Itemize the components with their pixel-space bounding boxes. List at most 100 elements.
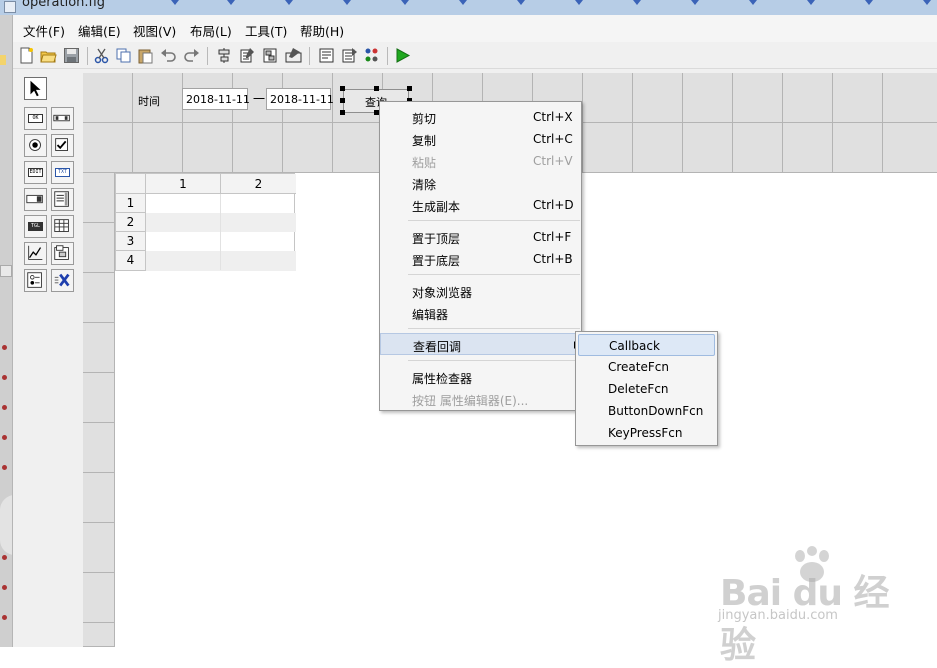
end-date-edit[interactable]: 2018-11-11 <box>266 88 334 110</box>
menu-file[interactable]: 文件(F) <box>23 21 65 40</box>
radio-icon <box>29 139 41 151</box>
align-objects-icon[interactable] <box>216 47 233 64</box>
edit-text-tool[interactable]: EDIT <box>24 161 47 184</box>
static-text-tool[interactable]: TXT <box>51 161 74 184</box>
start-date-edit[interactable]: 2018-11-11 <box>182 88 250 110</box>
panel-tool[interactable] <box>51 242 74 265</box>
undo-icon[interactable] <box>160 47 177 64</box>
grid-cell <box>883 73 937 123</box>
new-figure-icon[interactable] <box>18 47 35 64</box>
table-row-header[interactable]: 1 <box>116 194 146 213</box>
ruler-marker-icon <box>807 0 815 5</box>
toolbar-editor-icon[interactable] <box>285 47 302 64</box>
toggle-button-icon: TGL <box>28 222 43 231</box>
menu-tools[interactable]: 工具(T) <box>245 21 287 40</box>
paste-icon[interactable] <box>137 47 154 64</box>
table-row[interactable] <box>146 194 296 213</box>
time-label[interactable]: 时间 <box>138 93 160 109</box>
popup-menu-tool[interactable] <box>24 188 47 211</box>
uitable[interactable]: 1 2 1 2 3 4 <box>115 173 296 271</box>
grid-cell <box>83 123 133 173</box>
ruler-marker-icon <box>691 0 699 5</box>
ruler-marker-icon <box>171 0 179 5</box>
menu-edit[interactable]: 编辑(E) <box>78 21 121 40</box>
menu-item-copy[interactable]: 复制 Ctrl+C <box>380 128 581 150</box>
bullet-icon <box>2 375 7 380</box>
table-row-header[interactable]: 4 <box>116 251 146 271</box>
selection-handle[interactable] <box>407 86 412 91</box>
table-row[interactable] <box>146 251 296 271</box>
open-icon[interactable] <box>40 47 57 64</box>
toggle-button-tool[interactable]: TGL <box>24 215 47 238</box>
table-column-header[interactable]: 2 <box>221 174 296 194</box>
figure-file-icon <box>4 1 16 13</box>
select-tool[interactable] <box>24 77 47 100</box>
save-icon[interactable] <box>63 47 80 64</box>
menu-item-editor[interactable]: 编辑器 <box>380 302 581 324</box>
submenu-item-buttondownfcn[interactable]: ButtonDownFcn <box>578 400 715 422</box>
grid-cell <box>783 123 833 173</box>
menu-item-view-callbacks[interactable]: 查看回调 <box>380 333 581 355</box>
submenu-item-callback[interactable]: Callback <box>578 334 715 356</box>
grid-cell <box>833 123 883 173</box>
radiobutton-tool[interactable] <box>24 134 47 157</box>
menu-item-duplicate[interactable]: 生成副本 Ctrl+D <box>380 194 581 216</box>
menu-item-object-browser[interactable]: 对象浏览器 <box>380 280 581 302</box>
selection-handle[interactable] <box>374 86 379 91</box>
ruler-marker-icon <box>633 0 641 5</box>
property-inspector-icon[interactable] <box>341 47 358 64</box>
menu-editor-icon[interactable] <box>239 47 256 64</box>
slider-tool[interactable] <box>51 107 74 130</box>
ruler-marker-icon <box>227 0 235 5</box>
grid-cell <box>83 623 115 647</box>
object-browser-icon[interactable] <box>363 47 380 64</box>
editor-icon[interactable] <box>318 47 335 64</box>
grid-cell <box>733 73 783 123</box>
copy-icon[interactable] <box>115 47 132 64</box>
table-tool[interactable] <box>51 215 74 238</box>
button-group-tool[interactable] <box>24 269 47 292</box>
date-separator-label[interactable]: 一 <box>253 90 265 107</box>
toolbar-separator <box>87 47 88 65</box>
menu-item-send-to-back[interactable]: 置于底层 Ctrl+B <box>380 248 581 270</box>
table-row-header[interactable]: 3 <box>116 232 146 251</box>
table-row-header[interactable]: 2 <box>116 213 146 232</box>
callbacks-submenu: Callback CreateFcn DeleteFcn ButtonDownF… <box>575 331 718 446</box>
cut-icon[interactable] <box>93 47 110 64</box>
component-palette: OK EDIT TXT TGL <box>19 73 81 647</box>
table-row[interactable] <box>146 232 296 251</box>
menu-view[interactable]: 视图(V) <box>133 21 176 40</box>
menu-item-bring-to-front[interactable]: 置于顶层 Ctrl+F <box>380 226 581 248</box>
menu-item-clear[interactable]: 清除 <box>380 172 581 194</box>
axes-tool[interactable] <box>24 242 47 265</box>
activex-tool[interactable] <box>51 269 74 292</box>
submenu-item-deletefcn[interactable]: DeleteFcn <box>578 378 715 400</box>
table-column-header[interactable]: 1 <box>146 174 221 194</box>
selection-handle[interactable] <box>340 110 345 115</box>
grid-cell <box>883 123 937 173</box>
submenu-item-createfcn[interactable]: CreateFcn <box>578 356 715 378</box>
pushbutton-tool[interactable]: OK <box>24 107 47 130</box>
grid-cell <box>83 173 115 223</box>
window-fragment <box>0 265 12 277</box>
ruler-marker-icon <box>575 0 583 5</box>
menu-bar: 文件(F) 编辑(E) 视图(V) 布局(L) 工具(T) 帮助(H) <box>13 15 937 42</box>
panel-icon <box>54 245 69 260</box>
redo-icon[interactable] <box>183 47 200 64</box>
menu-item-property-inspector[interactable]: 属性检查器 <box>380 366 581 388</box>
menu-layout[interactable]: 布局(L) <box>190 21 232 40</box>
activex-icon <box>54 273 70 287</box>
checkbox-tool[interactable] <box>51 134 74 157</box>
run-figure-icon[interactable] <box>394 47 411 64</box>
selection-handle[interactable] <box>340 98 345 103</box>
grid-cell <box>833 73 883 123</box>
submenu-item-keypressfcn[interactable]: KeyPressFcn <box>578 422 715 444</box>
tab-order-editor-icon[interactable] <box>262 47 279 64</box>
listbox-tool[interactable] <box>51 188 74 211</box>
menu-item-cut[interactable]: 剪切 Ctrl+X <box>380 106 581 128</box>
table-row[interactable] <box>146 213 296 232</box>
selection-handle[interactable] <box>340 86 345 91</box>
menu-separator <box>408 360 580 361</box>
menu-help[interactable]: 帮助(H) <box>300 21 344 40</box>
table-corner <box>116 174 146 194</box>
